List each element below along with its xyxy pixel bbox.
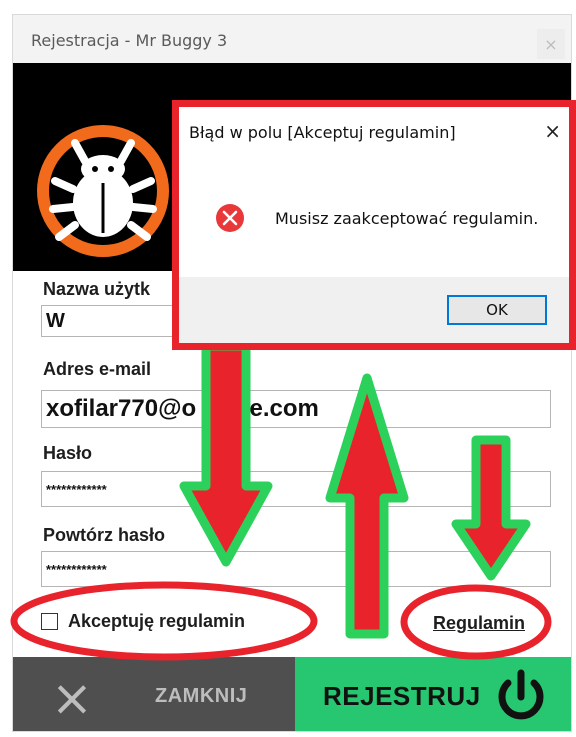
bug-logo-icon	[37, 125, 169, 257]
error-dialog: Błąd w polu [Akceptuj regulamin] × Musis…	[172, 100, 576, 350]
title-bar: Rejestracja - Mr Buggy 3 ×	[13, 15, 571, 63]
window-title: Rejestracja - Mr Buggy 3	[31, 31, 228, 50]
dialog-message: Musisz zaakceptować regulamin.	[275, 209, 539, 228]
window-close-button[interactable]: ×	[537, 29, 565, 59]
checkbox-box[interactable]	[41, 613, 58, 630]
repeat-password-label: Powtórz hasło	[43, 525, 166, 545]
repeat-password-input[interactable]: ************	[41, 551, 551, 587]
close-button[interactable]: × ZAMKNIJ	[13, 657, 295, 731]
email-value-tail: re.com	[240, 395, 319, 422]
email-value: xofilar770@o	[46, 395, 197, 422]
email-input[interactable]: xofilar770@o re.com	[41, 390, 551, 428]
close-icon: ×	[51, 669, 93, 727]
accept-terms-checkbox[interactable]: Akceptuję regulamin	[41, 611, 245, 632]
dialog-close-button[interactable]: ×	[544, 119, 561, 143]
username-label: Nazwa użytk	[43, 279, 151, 299]
error-icon	[216, 204, 244, 232]
power-icon	[498, 669, 544, 720]
ok-button[interactable]: OK	[447, 295, 547, 325]
email-label: Adres e-mail	[43, 359, 152, 379]
accept-terms-label: Akceptuję regulamin	[68, 611, 246, 631]
close-button-label: ZAMKNIJ	[155, 685, 248, 707]
register-button[interactable]: REJESTRUJ	[295, 657, 571, 731]
dialog-title: Błąd w polu [Akceptuj regulamin]	[189, 123, 456, 142]
password-label: Hasło	[43, 443, 93, 463]
password-input[interactable]: ************	[41, 471, 551, 507]
register-button-label: REJESTRUJ	[323, 681, 481, 711]
terms-link[interactable]: Regulamin	[433, 613, 525, 634]
dialog-footer: OK	[179, 277, 569, 343]
